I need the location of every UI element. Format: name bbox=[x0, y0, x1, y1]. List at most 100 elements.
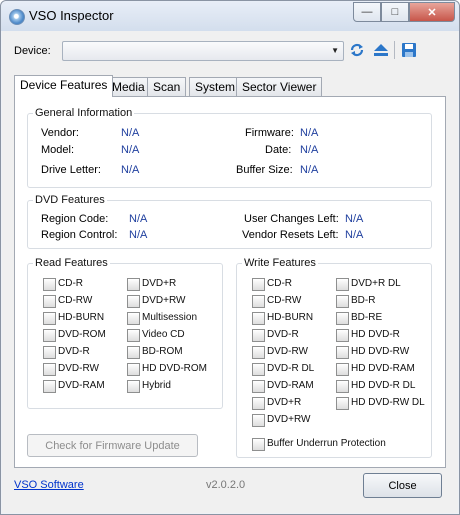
write-option-label: DVD-R bbox=[267, 329, 299, 340]
tab-system[interactable]: System bbox=[189, 77, 242, 96]
write-option-label: BD-R bbox=[351, 295, 376, 306]
version-label: v2.0.2.0 bbox=[206, 479, 246, 491]
write-checkbox[interactable] bbox=[336, 380, 349, 393]
read-option-label: DVD-ROM bbox=[58, 329, 106, 340]
write-option-label: DVD-R DL bbox=[267, 363, 315, 374]
read-option-label: Hybrid bbox=[142, 380, 171, 391]
write-checkbox[interactable] bbox=[336, 397, 349, 410]
close-button[interactable]: Close bbox=[363, 473, 442, 498]
write-option-label: DVD+R bbox=[267, 397, 302, 408]
write-checkbox[interactable] bbox=[252, 329, 265, 342]
write-option-label: BD-RE bbox=[351, 312, 383, 323]
write-option-label: CD-R bbox=[267, 278, 292, 289]
write-checkbox[interactable] bbox=[336, 295, 349, 308]
model-value: N/A bbox=[121, 144, 140, 156]
read-checkbox[interactable] bbox=[43, 278, 56, 291]
buffer-size-label: Buffer Size: bbox=[236, 164, 293, 176]
dvd-features-group: DVD Features Region Code: N/A Region Con… bbox=[27, 194, 432, 249]
write-checkbox[interactable] bbox=[252, 278, 265, 291]
read-option-label: BD-ROM bbox=[142, 346, 183, 357]
write-checkbox[interactable] bbox=[252, 397, 265, 410]
write-checkbox[interactable] bbox=[336, 312, 349, 325]
read-option-label: HD DVD-ROM bbox=[142, 363, 207, 374]
read-checkbox[interactable] bbox=[43, 312, 56, 325]
region-code-value: N/A bbox=[129, 213, 148, 225]
write-option-label: DVD+RW bbox=[267, 414, 311, 425]
general-information-title: General Information bbox=[33, 107, 135, 119]
read-checkbox[interactable] bbox=[127, 312, 140, 325]
write-option-label: DVD-RW bbox=[267, 346, 308, 357]
write-checkbox[interactable] bbox=[252, 363, 265, 376]
write-checkbox[interactable] bbox=[252, 346, 265, 359]
write-option-label: DVD-RAM bbox=[267, 380, 314, 391]
read-option-label: DVD-RW bbox=[58, 363, 99, 374]
write-checkbox[interactable] bbox=[252, 380, 265, 393]
tab-device-features[interactable]: Device Features bbox=[14, 75, 114, 97]
firmware-value: N/A bbox=[300, 127, 319, 139]
vso-software-link[interactable]: VSO Software bbox=[14, 479, 84, 491]
read-checkbox[interactable] bbox=[127, 363, 140, 376]
tab-scan[interactable]: Scan bbox=[147, 77, 187, 96]
write-checkbox[interactable] bbox=[336, 363, 349, 376]
eject-icon[interactable] bbox=[372, 41, 390, 59]
write-option-label: DVD+R DL bbox=[351, 278, 401, 289]
write-checkbox[interactable] bbox=[336, 329, 349, 342]
read-checkbox[interactable] bbox=[127, 329, 140, 342]
read-option-label: DVD-R bbox=[58, 346, 90, 357]
date-value: N/A bbox=[300, 144, 319, 156]
write-option-label: HD DVD-RAM bbox=[351, 363, 415, 374]
read-checkbox[interactable] bbox=[43, 380, 56, 393]
region-control-label: Region Control: bbox=[41, 229, 118, 241]
write-features-title: Write Features bbox=[242, 257, 318, 269]
write-option-label: HD DVD-R bbox=[351, 329, 400, 340]
read-checkbox[interactable] bbox=[43, 346, 56, 359]
title-bar[interactable]: VSO Inspector — □ ✕ bbox=[1, 1, 459, 31]
write-checkbox[interactable] bbox=[252, 295, 265, 308]
buffer-underrun-checkbox[interactable] bbox=[252, 438, 265, 451]
read-checkbox[interactable] bbox=[43, 329, 56, 342]
vendor-value: N/A bbox=[121, 127, 140, 139]
write-checkbox[interactable] bbox=[252, 414, 265, 427]
write-option-label: HD DVD-RW DL bbox=[351, 397, 425, 408]
minimize-button[interactable]: — bbox=[353, 2, 381, 22]
read-option-label: CD-R bbox=[58, 278, 83, 289]
write-checkbox[interactable] bbox=[336, 278, 349, 291]
firmware-label: Firmware: bbox=[245, 127, 294, 139]
read-features-title: Read Features bbox=[33, 257, 110, 269]
refresh-icon[interactable] bbox=[348, 41, 366, 59]
tab-sector-viewer[interactable]: Sector Viewer bbox=[236, 77, 323, 96]
region-control-value: N/A bbox=[129, 229, 148, 241]
write-option-label: HD DVD-RW bbox=[351, 346, 410, 357]
read-checkbox[interactable] bbox=[127, 295, 140, 308]
toolbar-separator bbox=[394, 41, 395, 59]
device-features-panel: General Information Vendor: N/A Model: N… bbox=[14, 96, 446, 468]
drive-letter-label: Drive Letter: bbox=[41, 164, 101, 176]
read-checkbox[interactable] bbox=[43, 295, 56, 308]
model-label: Model: bbox=[41, 144, 75, 156]
maximize-button[interactable]: □ bbox=[381, 2, 409, 22]
read-option-label: HD-BURN bbox=[58, 312, 105, 323]
vendor-resets-left-label: Vendor Resets Left: bbox=[242, 229, 339, 241]
read-checkbox[interactable] bbox=[127, 380, 140, 393]
write-checkbox[interactable] bbox=[252, 312, 265, 325]
device-label: Device: bbox=[14, 45, 51, 57]
region-code-label: Region Code: bbox=[41, 213, 109, 225]
drive-letter-value: N/A bbox=[121, 164, 140, 176]
user-changes-left-value: N/A bbox=[345, 213, 364, 225]
general-information-group: General Information Vendor: N/A Model: N… bbox=[27, 107, 432, 188]
buffer-size-value: N/A bbox=[300, 164, 319, 176]
save-icon[interactable] bbox=[400, 41, 418, 59]
buffer-underrun-label: Buffer Underrun Protection bbox=[267, 438, 386, 449]
read-checkbox[interactable] bbox=[43, 363, 56, 376]
write-checkbox[interactable] bbox=[336, 346, 349, 359]
check-firmware-update-button[interactable]: Check for Firmware Update bbox=[27, 434, 198, 457]
dvd-features-title: DVD Features bbox=[33, 194, 107, 206]
read-option-label: DVD+RW bbox=[142, 295, 186, 306]
read-option-label: CD-RW bbox=[58, 295, 93, 306]
read-checkbox[interactable] bbox=[127, 346, 140, 359]
write-features-group: Write Features CD-R CD-RW HD-BURN DVD-R … bbox=[236, 257, 432, 458]
chevron-down-icon: ▼ bbox=[331, 46, 339, 55]
read-checkbox[interactable] bbox=[127, 278, 140, 291]
close-window-button[interactable]: ✕ bbox=[409, 2, 455, 22]
device-dropdown[interactable]: ▼ bbox=[62, 41, 344, 61]
